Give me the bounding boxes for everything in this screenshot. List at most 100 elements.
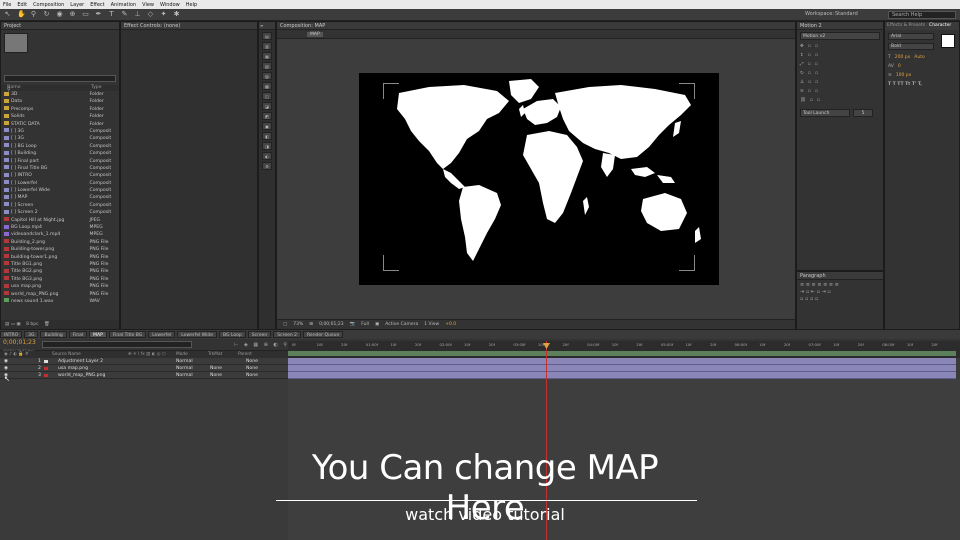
pan-behind-tool-icon[interactable]: ⊕	[69, 11, 76, 18]
menu-item-help[interactable]: Help	[186, 2, 197, 8]
breadcrumb[interactable]: MAP	[307, 32, 323, 37]
roi-icon[interactable]: ▣	[375, 320, 379, 329]
strip-button-2[interactable]: ▥	[262, 42, 272, 50]
roto-tool-icon[interactable]: ✦	[160, 11, 167, 18]
list-item[interactable]: world_map_PNG.png PNG File	[1, 291, 119, 298]
label-color-swatch[interactable]	[44, 374, 48, 377]
interpret-footage-icon[interactable]: ▤	[5, 322, 9, 327]
list-item[interactable]: [ ] Lowerfel Composit	[1, 180, 119, 187]
list-item[interactable]: [ ] 3G Composit	[1, 135, 119, 142]
new-composition-icon[interactable]: ▣	[16, 322, 20, 327]
zoom-select[interactable]: 73%	[293, 320, 303, 329]
stamp-tool-icon[interactable]: ⊥	[134, 11, 141, 18]
paragraph-tab[interactable]: Paragraph	[797, 272, 883, 280]
label-color-swatch[interactable]	[44, 367, 48, 370]
camera-tool-icon[interactable]: ◉	[56, 11, 63, 18]
link-icon[interactable]: ⛓	[800, 96, 806, 105]
trash-icon[interactable]: 🗑	[44, 322, 50, 327]
comp-timecode[interactable]: 0;00;01;23	[319, 320, 344, 329]
strip-button-13[interactable]: ◐	[262, 152, 272, 160]
offset-value[interactable]: +0.0	[445, 320, 456, 329]
trkmat-header[interactable]: TrkMat	[208, 351, 222, 358]
tab-building[interactable]: Building	[40, 331, 67, 338]
view-select[interactable]: 1 View	[424, 320, 439, 329]
tab-final-title-bg[interactable]: Final Title BG	[108, 331, 147, 338]
type-style-buttons[interactable]: T T TT Tt T' T,	[885, 80, 959, 89]
list-item[interactable]: Capitol Hill at Night.jpg JPEG	[1, 217, 119, 224]
list-item[interactable]: [ ] BG Loop Composit	[1, 143, 119, 150]
layer-mode-select[interactable]: Normal	[176, 372, 193, 379]
workspace-select[interactable]: Standard	[835, 11, 858, 17]
strip-button-10[interactable]: ▣	[262, 122, 272, 130]
list-item[interactable]: Precomps Folder	[1, 106, 119, 113]
tab-bg-loop[interactable]: BG Loop	[219, 331, 246, 338]
layer-trkmat-select[interactable]: None	[210, 372, 222, 379]
tool-launch-select[interactable]: Tool Launch	[800, 109, 850, 117]
hand-tool-icon[interactable]: ✋	[17, 11, 26, 18]
rotate-tool-icon[interactable]: ↻	[43, 11, 50, 18]
layer-mode-select[interactable]: Normal	[176, 358, 193, 365]
pen-tool-icon[interactable]: ✒	[95, 11, 102, 18]
mode-header[interactable]: Mode	[176, 351, 188, 358]
motion-preset-select[interactable]: Motion v2	[800, 32, 880, 40]
list-item[interactable]: BG Loop.mp4 MPEG	[1, 224, 119, 231]
tab-effects-presets[interactable]: Effects & Presets	[885, 22, 927, 30]
anchor-icon[interactable]: ⚓	[800, 78, 804, 87]
layer-name[interactable]: usa map.png	[58, 365, 88, 372]
list-item[interactable]: [ ] Building Composit	[1, 150, 119, 157]
rotate-icon[interactable]: ↻	[800, 69, 804, 78]
tab-screen[interactable]: Screen	[247, 331, 272, 338]
font-style-select[interactable]: Bold	[888, 43, 934, 50]
motion-tab[interactable]: Motion 2	[797, 22, 883, 30]
layer-name[interactable]: world_map_PNG.png	[58, 372, 105, 379]
list-item[interactable]: building-tower1.png PNG File	[1, 254, 119, 261]
eye-icon[interactable]: ◉	[4, 365, 8, 372]
layer-bar[interactable]	[288, 372, 956, 379]
list-item[interactable]: usa map.png PNG File	[1, 283, 119, 290]
menu-item-composition[interactable]: Composition	[33, 2, 64, 8]
list-item[interactable]: Data Folder	[1, 98, 119, 105]
leading-value[interactable]: Auto	[914, 53, 924, 62]
strip-button-7[interactable]: ◫	[262, 92, 272, 100]
snapshot-icon[interactable]: 📷	[350, 320, 356, 329]
strip-button-5[interactable]: ▨	[262, 72, 272, 80]
menu-item-layer[interactable]: Layer	[70, 2, 84, 8]
eraser-tool-icon[interactable]: ◇	[147, 11, 154, 18]
composition-tab[interactable]: Composition: MAP	[277, 22, 795, 30]
layer-bar[interactable]	[288, 358, 956, 365]
list-item[interactable]: 3D Folder	[1, 91, 119, 98]
eye-icon[interactable]: ◉	[4, 358, 8, 365]
tab-3g[interactable]: 3G	[24, 331, 39, 338]
table-row[interactable]: ◉ 3 world_map_PNG.png Normal None None	[0, 372, 288, 379]
layer-bar[interactable]	[288, 365, 956, 372]
always-preview-icon[interactable]: ▢	[283, 320, 287, 329]
tab-lowerfel-wide[interactable]: Lowerfel Wide	[177, 331, 218, 338]
tab-intro[interactable]: INTRO	[0, 331, 23, 338]
strip-button-6[interactable]: ▩	[262, 82, 272, 90]
strip-button-4[interactable]: ▧	[262, 62, 272, 70]
list-item[interactable]: [ ] MAP Composit	[1, 194, 119, 201]
strip-button-8[interactable]: ◪	[262, 102, 272, 110]
tab-final[interactable]: Final	[68, 331, 88, 338]
rectangle-tool-icon[interactable]: ▭	[82, 11, 89, 18]
menu-item-file[interactable]: File	[3, 2, 11, 8]
list-item[interactable]: [ ] INTRO Composit	[1, 172, 119, 179]
parent-header[interactable]: Parent	[238, 351, 252, 358]
source-name-header[interactable]: Source Name	[52, 351, 81, 358]
effect-controls-tab[interactable]: Effect Controls: (none)	[121, 22, 257, 30]
new-folder-icon[interactable]: ▭	[11, 322, 15, 327]
menu-item-effect[interactable]: Effect	[90, 2, 104, 8]
strip-button-1[interactable]: ▤	[262, 32, 272, 40]
comp-canvas[interactable]	[359, 73, 719, 285]
menu-item-view[interactable]: View	[142, 2, 154, 8]
list-item[interactable]: [ ] Final part Composit	[1, 158, 119, 165]
work-area-bar[interactable]	[288, 351, 956, 356]
project-search-input[interactable]: ⚲	[4, 75, 116, 93]
list-item[interactable]: Building-tower.png PNG File	[1, 246, 119, 253]
layer-name[interactable]: Adjustment Layer 2	[58, 358, 103, 365]
paragraph-align-buttons[interactable]: ≡ ≡ ≡ ≡ ≡ ≡ ≡ ⇥ ▫ ⇤ ▫ ⇥ ▫ ▫ ▫ ▫ ▫	[797, 280, 883, 305]
strip-button-11[interactable]: ◧	[262, 132, 272, 140]
menu-item-edit[interactable]: Edit	[17, 2, 27, 8]
quality-select[interactable]: Full	[361, 320, 369, 329]
menu-item-animation[interactable]: Animation	[111, 2, 137, 8]
